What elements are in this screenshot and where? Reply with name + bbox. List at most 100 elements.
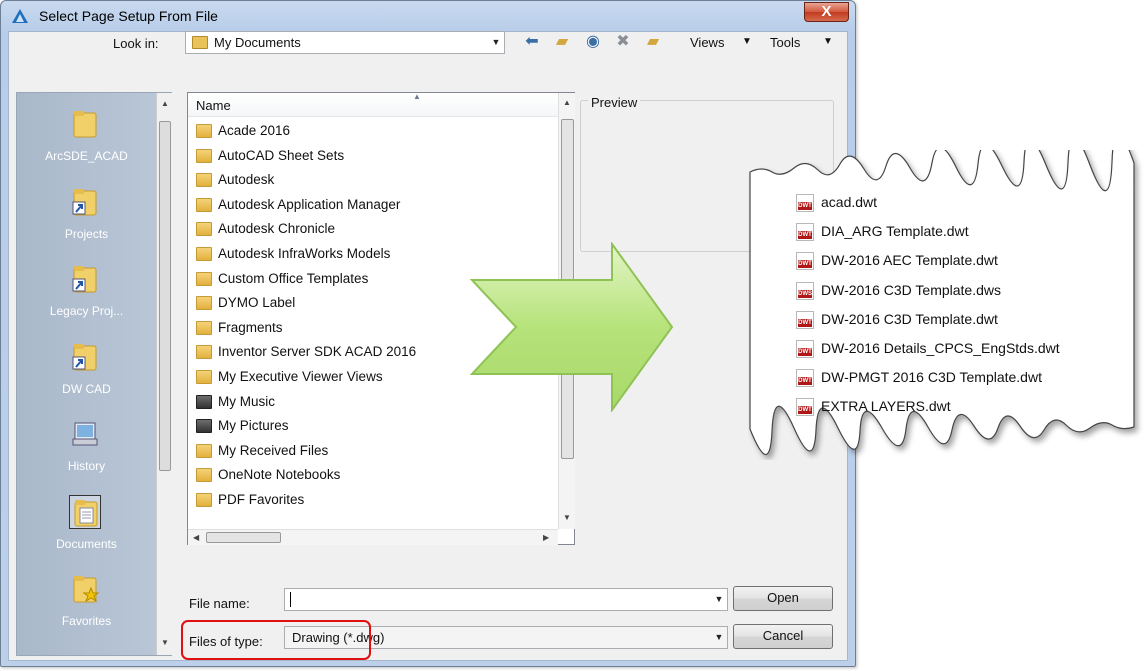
- documents-icon: [69, 494, 101, 529]
- chevron-down-icon[interactable]: ▼: [711, 589, 727, 610]
- folder-icon: [196, 492, 212, 507]
- list-item[interactable]: Fragments: [196, 316, 416, 341]
- folder-shortcut-icon: [69, 262, 101, 296]
- list-item-label: OneNote Notebooks: [218, 467, 341, 483]
- scroll-up-icon[interactable]: ▲: [161, 99, 169, 108]
- template-file-item[interactable]: DWS DW-2016 C3D Template.dws: [796, 276, 1060, 305]
- list-item[interactable]: Acade 2016: [196, 119, 416, 144]
- title-bar[interactable]: Select Page Setup From File X: [1, 1, 855, 31]
- cancel-button-label: Cancel: [762, 628, 804, 643]
- list-item[interactable]: My Music: [196, 390, 416, 415]
- favorites-folder-icon: [69, 572, 101, 606]
- folder-icon: [196, 296, 212, 311]
- list-item[interactable]: My Received Files: [196, 439, 416, 464]
- chevron-down-icon[interactable]: ▼: [488, 32, 504, 53]
- scroll-down-icon[interactable]: ▼: [563, 513, 571, 522]
- list-item-label: AutoCAD Sheet Sets: [218, 147, 345, 163]
- list-item[interactable]: AutoCAD Sheet Sets: [196, 144, 416, 169]
- list-item-label: Autodesk: [218, 172, 275, 188]
- views-chevron-down-icon[interactable]: ▼: [742, 36, 752, 47]
- template-file-item[interactable]: DWT acad.dwt: [796, 188, 1060, 217]
- place-6[interactable]: Favorites: [17, 564, 156, 640]
- dwt-file-icon: DWT: [796, 194, 814, 212]
- list-item-label: My Music: [218, 393, 275, 409]
- list-item[interactable]: Autodesk Chronicle: [196, 217, 416, 242]
- template-file-item[interactable]: DWT DW-2016 AEC Template.dwt: [796, 246, 1060, 275]
- place-4[interactable]: History: [17, 409, 156, 485]
- filename-input[interactable]: [285, 589, 705, 610]
- delete-icon[interactable]: ✖: [613, 33, 633, 51]
- up-folder-icon[interactable]: ▰: [552, 33, 572, 51]
- scroll-left-icon[interactable]: ◀: [193, 533, 199, 542]
- place-label: Projects: [64, 226, 109, 241]
- template-file-name: DW-2016 AEC Template.dwt: [821, 252, 998, 269]
- list-item[interactable]: Autodesk Application Manager: [196, 193, 416, 218]
- folder-icon: [196, 197, 212, 212]
- filename-label: File name:: [189, 596, 250, 611]
- template-file-item[interactable]: DWT DW-2016 Details_CPCS_EngStds.dwt: [796, 334, 1060, 363]
- scroll-up-icon[interactable]: ▲: [563, 98, 571, 107]
- template-file-item[interactable]: DWT DW-2016 C3D Template.dwt: [796, 305, 1060, 334]
- place-1[interactable]: Projects: [17, 177, 156, 253]
- template-file-list: DWT acad.dwt DWT DIA_ARG Template.dwt DWT DW-…: [796, 188, 1060, 422]
- list-item[interactable]: My Executive Viewer Views: [196, 365, 416, 390]
- files-of-type-highlight: [181, 620, 371, 660]
- template-file-name: DW-2016 Details_CPCS_EngStds.dwt: [821, 339, 1060, 356]
- dws-file-icon: DWS: [796, 281, 814, 300]
- list-item-label: Autodesk InfraWorks Models: [218, 245, 391, 261]
- places-scrollbar[interactable]: ▲ ▼: [156, 93, 172, 655]
- list-item[interactable]: Autodesk: [196, 168, 416, 193]
- place-2[interactable]: Legacy Proj...: [17, 254, 156, 330]
- search-web-icon[interactable]: ◉: [583, 33, 603, 51]
- list-item-label: Inventor Server SDK ACAD 2016: [218, 344, 417, 360]
- folder-icon: [196, 271, 212, 286]
- places-bar: ArcSDE_ACAD Projects Legacy Proj... DW CAD H…: [16, 92, 172, 656]
- list-item[interactable]: Inventor Server SDK ACAD 2016: [196, 340, 416, 365]
- back-arrow-icon[interactable]: ⬅: [522, 33, 542, 51]
- template-file-name: EXTRA LAYERS.dwt: [821, 398, 951, 415]
- tools-menu[interactable]: Tools: [770, 35, 800, 50]
- list-item[interactable]: My Pictures: [196, 414, 416, 439]
- file-rows: Acade 2016 AutoCAD Sheet Sets Autodesk Auto…: [196, 119, 416, 513]
- close-button[interactable]: X: [804, 2, 849, 22]
- list-item[interactable]: OneNote Notebooks: [196, 463, 416, 488]
- tools-chevron-down-icon[interactable]: ▼: [823, 36, 833, 47]
- documents-folder-icon: [192, 36, 208, 49]
- scroll-thumb[interactable]: [206, 532, 281, 543]
- open-button[interactable]: Open: [733, 586, 833, 611]
- dwt-file-icon: DWT: [796, 369, 814, 388]
- list-item[interactable]: Custom Office Templates: [196, 267, 416, 292]
- views-menu[interactable]: Views: [690, 35, 724, 50]
- list-item-label: Custom Office Templates: [218, 270, 369, 286]
- place-0[interactable]: ArcSDE_ACAD: [17, 99, 156, 175]
- list-item[interactable]: PDF Favorites: [196, 488, 416, 513]
- folder-icon: [196, 246, 212, 261]
- new-folder-icon[interactable]: ▰: [643, 33, 663, 51]
- window-title: Select Page Setup From File: [39, 8, 218, 24]
- filename-combo[interactable]: ▼: [284, 588, 728, 611]
- lookin-dropdown[interactable]: My Documents ▼: [185, 31, 505, 54]
- scroll-right-icon[interactable]: ▶: [543, 533, 549, 542]
- place-3[interactable]: DW CAD: [17, 332, 156, 408]
- chevron-down-icon[interactable]: ▼: [711, 627, 727, 648]
- template-file-item[interactable]: DWT DW-PMGT 2016 C3D Template.dwt: [796, 363, 1060, 392]
- place-5[interactable]: Documents: [17, 487, 156, 563]
- scroll-down-icon[interactable]: ▼: [161, 638, 169, 647]
- folder-icon: [69, 107, 101, 141]
- text-caret: [290, 592, 291, 607]
- template-file-item[interactable]: DWT EXTRA LAYERS.dwt: [796, 392, 1060, 421]
- list-item[interactable]: DYMO Label: [196, 291, 416, 316]
- list-item-label: Autodesk Chronicle: [218, 221, 336, 237]
- cancel-button[interactable]: Cancel: [733, 624, 833, 649]
- template-file-name: DIA_ARG Template.dwt: [821, 223, 969, 240]
- column-header-name[interactable]: Name: [196, 98, 231, 113]
- scroll-thumb[interactable]: [159, 121, 171, 471]
- list-item[interactable]: Autodesk InfraWorks Models: [196, 242, 416, 267]
- template-file-item[interactable]: DWT DIA_ARG Template.dwt: [796, 217, 1060, 246]
- list-item-label: My Pictures: [218, 418, 289, 434]
- place-label: History: [67, 459, 106, 473]
- folder-icon: [196, 320, 212, 335]
- list-horizontal-scrollbar[interactable]: ◀ ▶: [188, 529, 558, 545]
- list-header: Name ▲: [188, 92, 558, 117]
- media-folder-icon: [196, 419, 212, 434]
